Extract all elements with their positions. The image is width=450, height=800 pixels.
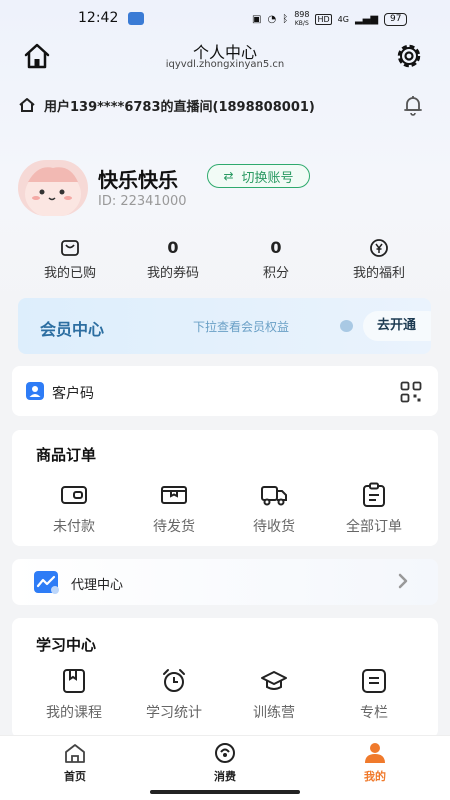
package-icon: [161, 486, 187, 504]
graduation-cap-icon: [261, 671, 287, 690]
switch-account-button[interactable]: ⇄ 切换账号: [207, 164, 310, 188]
vip-hint: 下拉查看会员权益: [193, 320, 290, 334]
signal-icon: 4G: [337, 15, 349, 24]
avatar-illustration: [25, 167, 81, 216]
agent-center-row[interactable]: 代理中心: [12, 559, 438, 605]
stat-value: 0: [167, 238, 179, 257]
home-outline-icon: [65, 744, 85, 763]
app-notification-icon: [128, 12, 144, 25]
stat-value: 0: [270, 238, 282, 257]
order-all[interactable]: 全部订单: [324, 482, 424, 536]
study-my-courses[interactable]: 我的课程: [24, 668, 124, 722]
nav-bar: 个人中心 iqyvdl.zhongxinyan5.cn: [0, 36, 450, 76]
live-room-row[interactable]: 用户139****6783的直播间(1898808001): [18, 94, 438, 116]
status-indicators: ▣ ◔ ᛒ 898 KB/S HD 4G ▂▄▆ 97: [252, 10, 408, 28]
alarm-clock-icon: [163, 669, 185, 692]
study-label: 我的课程: [46, 705, 102, 721]
page-subtitle-url: iqyvdl.zhongxinyan5.cn: [165, 59, 285, 70]
order-label: 待收货: [253, 519, 295, 535]
book-icon: [63, 669, 85, 693]
person-icon: [365, 743, 385, 763]
study-training-camp[interactable]: 训练营: [224, 668, 324, 722]
bluetooth-icon: ᛒ: [282, 14, 289, 25]
customer-code-card[interactable]: 客户码: [12, 366, 438, 416]
network-speed: 898 KB/S: [294, 10, 310, 28]
orders-title: 商品订单: [36, 446, 97, 464]
stat-benefits[interactable]: 我的福利: [324, 238, 434, 281]
study-title: 学习中心: [36, 636, 97, 654]
stat-label: 我的已购: [43, 266, 96, 281]
customer-code-label: 客户码: [52, 386, 94, 402]
column-icon: [362, 669, 386, 693]
study-label: 训练营: [253, 705, 295, 721]
wallet-icon: [61, 486, 87, 504]
stats-row: 我的已购 0 我的券码 0 积分 我的福利: [0, 238, 450, 282]
order-unpaid[interactable]: 未付款: [24, 482, 124, 536]
study-center-card: 学习中心 我的课程 学习统计 训练营 专栏: [12, 618, 438, 738]
battery-indicator: 97: [384, 13, 408, 26]
vip-center-card[interactable]: 会员中心 下拉查看会员权益 去开通: [18, 298, 431, 354]
contact-card-icon: [26, 382, 44, 400]
order-label: 待发货: [153, 519, 195, 535]
yen-coin-icon: [370, 239, 388, 257]
vip-title: 会员中心: [40, 320, 105, 339]
stat-points[interactable]: 0 积分: [221, 238, 331, 281]
stat-label: 积分: [262, 266, 289, 281]
home-indicator: [150, 790, 300, 794]
clipboard-icon: [363, 482, 385, 507]
user-id: ID: 22341000: [98, 194, 187, 209]
switch-arrows-icon: ⇄: [223, 169, 234, 183]
order-to-ship[interactable]: 待发货: [124, 482, 224, 536]
order-label: 未付款: [53, 519, 95, 535]
study-label: 学习统计: [146, 705, 202, 721]
status-bar: 12:42 ▣ ◔ ᛒ 898 KB/S HD 4G ▂▄▆ 97: [0, 0, 450, 36]
purchase-icon: [61, 240, 79, 256]
tab-label: 消费: [214, 770, 236, 783]
tab-mine[interactable]: 我的: [325, 742, 425, 784]
stat-purchased[interactable]: 我的已购: [15, 238, 125, 281]
switch-account-label: 切换账号: [241, 170, 294, 186]
hd-badge: HD: [315, 14, 332, 25]
status-time: 12:42: [78, 10, 119, 26]
bell-icon[interactable]: [402, 94, 424, 116]
study-column[interactable]: 专栏: [324, 668, 424, 722]
tab-label: 我的: [364, 770, 386, 783]
orders-card: 商品订单 未付款 待发货 待收货 全部订单: [12, 430, 438, 546]
vip-activate-button[interactable]: 去开通: [363, 311, 431, 341]
nfc-icon: ▣: [252, 14, 262, 25]
stat-label: 我的券码: [146, 266, 199, 281]
study-statistics[interactable]: 学习统计: [124, 668, 224, 722]
qr-code-icon[interactable]: [400, 381, 422, 403]
chart-trend-icon: [34, 571, 59, 594]
wifi-icon: ▂▄▆: [354, 14, 379, 25]
truck-icon: [261, 486, 287, 506]
tab-label: 首页: [64, 770, 86, 783]
alarm-icon: ◔: [267, 14, 277, 25]
consume-icon: [215, 743, 235, 763]
agent-center-label: 代理中心: [71, 578, 124, 593]
chevron-right-icon: [398, 573, 408, 589]
order-to-receive[interactable]: 待收货: [224, 482, 324, 536]
chevron-down-icon: [340, 320, 353, 332]
gear-icon[interactable]: [393, 40, 425, 72]
tab-home[interactable]: 首页: [25, 742, 125, 784]
stat-coupons[interactable]: 0 我的券码: [118, 238, 228, 281]
order-label: 全部订单: [346, 519, 402, 535]
study-label: 专栏: [360, 705, 388, 721]
house-icon: [19, 98, 35, 112]
user-name: 快乐快乐: [98, 168, 178, 192]
avatar[interactable]: [18, 160, 88, 216]
tab-consume[interactable]: 消费: [175, 742, 275, 784]
live-room-text: 用户139****6783的直播间(1898808001): [44, 99, 315, 115]
stat-label: 我的福利: [352, 266, 405, 281]
